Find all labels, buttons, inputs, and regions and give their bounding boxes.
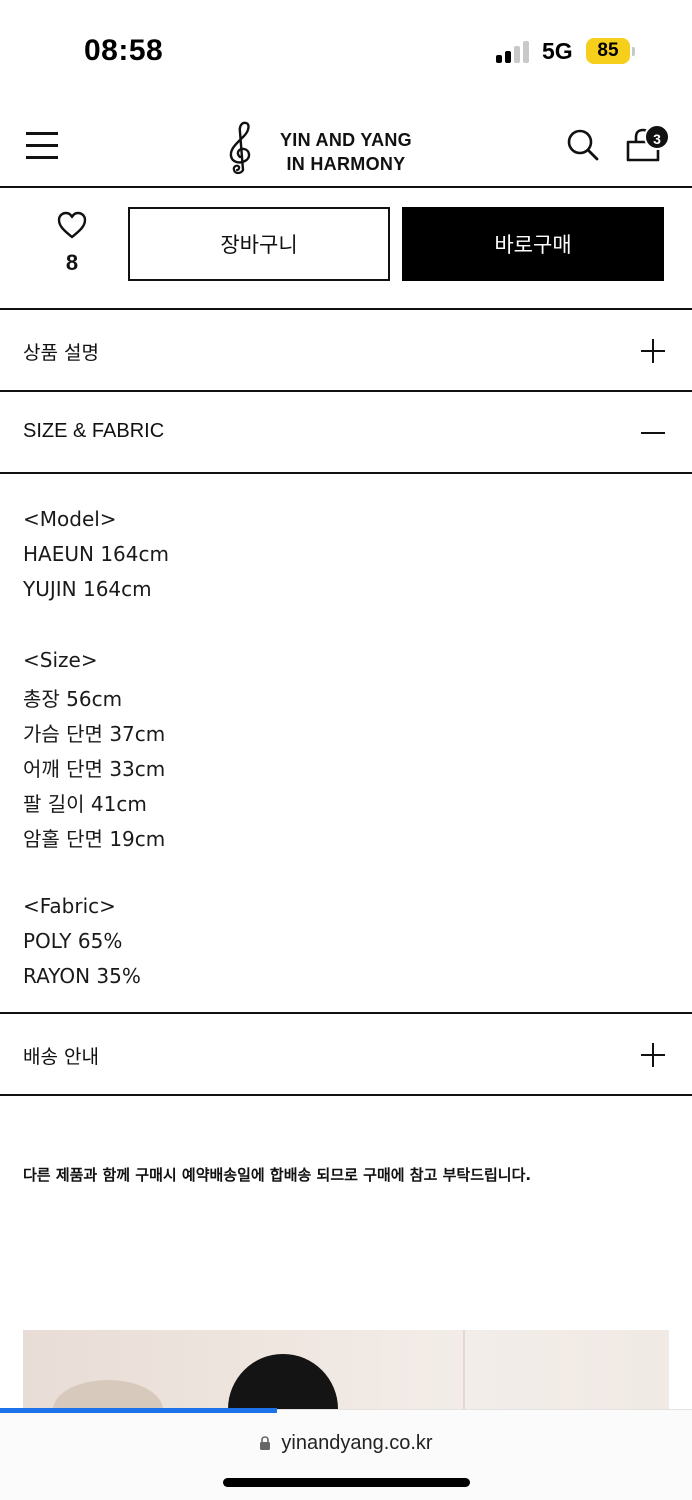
battery-indicator: 85 [586, 38, 630, 64]
size-line: 팔 길이 41cm [23, 792, 147, 816]
cart-count-badge: 3 [644, 124, 670, 150]
size-line: 암홀 단면 19cm [23, 827, 166, 851]
accordion-title: SIZE & FABRIC [23, 420, 165, 442]
logo-text: YIN AND YANG IN HARMONY [280, 128, 412, 176]
treble-clef-icon [229, 121, 251, 175]
product-image [23, 1330, 669, 1410]
accordion-product-description[interactable]: 상품 설명 [0, 310, 692, 392]
add-to-cart-button[interactable]: 장바구니 [128, 207, 390, 281]
accordion-size-fabric[interactable]: SIZE & FABRIC [0, 392, 692, 474]
image-background-line [463, 1330, 465, 1410]
site-header: YIN AND YANG IN HARMONY 3 [0, 100, 692, 188]
fabric-heading: <Fabric> [23, 894, 116, 918]
home-indicator[interactable] [223, 1478, 470, 1487]
accordion-title: 배송 안내 [23, 1046, 99, 1068]
model-line: YUJIN 164cm [23, 577, 152, 601]
model-heading: <Model> [23, 507, 117, 531]
browser-address-bar[interactable]: yinandyang.co.kr [0, 1409, 692, 1500]
size-line: 총장 56cm [23, 687, 123, 711]
size-line: 가슴 단면 37cm [23, 722, 166, 746]
wishlist-button[interactable]: 8 [48, 208, 96, 278]
buy-now-button[interactable]: 바로구매 [402, 207, 664, 281]
image-model-hair [228, 1354, 338, 1410]
image-object [53, 1380, 163, 1410]
plus-icon[interactable] [641, 339, 665, 363]
lock-icon [259, 1436, 271, 1450]
wishlist-count: 8 [65, 250, 79, 275]
minus-icon[interactable] [641, 421, 665, 445]
shopping-bag-icon[interactable]: 3 [624, 124, 672, 166]
fabric-line: POLY 65% [23, 929, 123, 953]
logo-line-1: YIN AND YANG [280, 130, 412, 150]
fabric-line: RAYON 35% [23, 964, 141, 988]
battery-cap [632, 47, 635, 56]
heart-icon [57, 211, 87, 239]
size-fabric-content: <Model> HAEUN 164cm YUJIN 164cm <Size> 총… [0, 474, 692, 1014]
url-text: yinandyang.co.kr [281, 1432, 433, 1454]
search-icon[interactable] [566, 128, 600, 162]
page-load-progress [0, 1408, 277, 1413]
accordion-shipping-info[interactable]: 배송 안내 [0, 1014, 692, 1096]
signal-strength-icon [496, 41, 530, 63]
purchase-actions: 8 장바구니 바로구매 [0, 188, 692, 310]
hamburger-menu-icon[interactable] [26, 132, 58, 159]
network-type: 5G [542, 38, 573, 64]
size-line: 어깨 단면 33cm [23, 757, 166, 781]
logo-line-2: IN HARMONY [286, 154, 406, 174]
shipping-notice: 다른 제품과 함께 구매시 예약배송일에 합배송 되므로 구매에 참고 부탁드립… [23, 1166, 532, 1184]
accordion-title: 상품 설명 [23, 342, 99, 364]
status-time: 08:58 [84, 34, 164, 67]
status-bar: 08:58 5G 85 [0, 0, 692, 100]
url-display[interactable]: yinandyang.co.kr [0, 1432, 692, 1455]
model-line: HAEUN 164cm [23, 542, 169, 566]
plus-icon[interactable] [641, 1043, 665, 1067]
site-logo[interactable]: YIN AND YANG IN HARMONY [222, 120, 432, 176]
size-heading: <Size> [23, 648, 98, 672]
